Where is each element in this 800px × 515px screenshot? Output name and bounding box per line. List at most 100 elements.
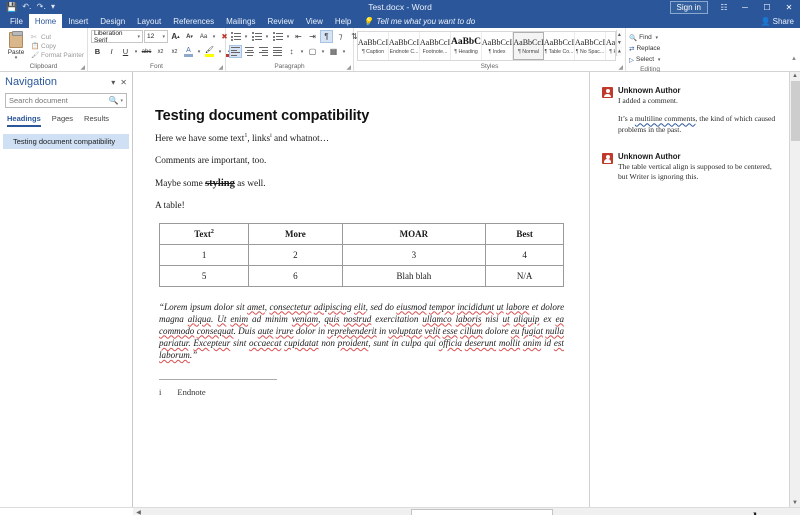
strikethrough-button[interactable]: abc	[140, 45, 153, 58]
ltr-text-direction-icon[interactable]: ¶	[320, 30, 333, 43]
document-page[interactable]: Testing document compatibility Here we h…	[133, 72, 589, 507]
nav-tab-headings[interactable]: Headings	[7, 114, 41, 127]
format-painter-button[interactable]: 🖌 Format Painter	[31, 51, 84, 60]
tab-insert[interactable]: Insert	[62, 14, 94, 28]
scrollbar-thumb[interactable]	[790, 81, 800, 141]
chevron-down-icon[interactable]: ▾	[217, 49, 223, 55]
scroll-down-icon[interactable]: ▼	[792, 500, 798, 506]
justify-icon[interactable]	[271, 45, 284, 58]
tab-help[interactable]: Help	[329, 14, 357, 28]
nav-heading-item[interactable]: Testing document compatibility	[3, 134, 129, 149]
borders-icon[interactable]: ▦	[327, 45, 340, 58]
shading-icon[interactable]: ▢	[306, 45, 319, 58]
ribbon-display-options-icon[interactable]: ☷	[714, 3, 734, 12]
style-item-3[interactable]: AaBbC ¶ Heading	[451, 32, 482, 60]
close-button[interactable]: ✕	[778, 0, 800, 14]
style-item-1[interactable]: AaBbCcI Endnote C...	[389, 32, 420, 60]
nav-tab-pages[interactable]: Pages	[52, 114, 73, 127]
collapse-ribbon-icon[interactable]: ▲	[791, 56, 797, 62]
select-button[interactable]: ▷ Select ▾	[629, 54, 662, 65]
chevron-up-icon[interactable]: ▲	[617, 31, 622, 39]
align-right-icon[interactable]	[257, 45, 270, 58]
align-left-icon[interactable]	[229, 45, 242, 58]
tab-references[interactable]: References	[167, 14, 220, 28]
chevron-down-icon[interactable]: ▾	[654, 35, 660, 41]
save-icon[interactable]: 💾	[6, 2, 17, 12]
rtl-text-direction-icon[interactable]: ⁊	[334, 30, 347, 43]
chevron-down-icon[interactable]: ▼	[617, 39, 622, 47]
comment-item[interactable]: Unknown Author I added a comment. It’s a…	[602, 86, 779, 135]
chevron-down-icon[interactable]: ▾	[15, 56, 18, 61]
grow-font-button[interactable]: A ▴	[169, 30, 182, 43]
style-item-7[interactable]: AaBbCcI ¶ No Spac...	[575, 32, 606, 60]
search-icon[interactable]: 🔍	[109, 96, 119, 105]
change-case-button[interactable]: Aa	[197, 30, 210, 43]
style-item-0[interactable]: AaBbCcI ¶ Caption	[358, 32, 389, 60]
vertical-scrollbar[interactable]: ▲ ▼	[789, 72, 800, 507]
hscrollbar-thumb[interactable]	[411, 509, 553, 515]
highlight-button[interactable]: 🖌	[203, 46, 216, 57]
comment-link[interactable]: multiline comments	[635, 114, 696, 123]
font-name-combobox[interactable]: Liberation Serif ▾	[91, 30, 143, 44]
tab-mailings[interactable]: Mailings	[220, 14, 261, 28]
horizontal-scrollbar[interactable]: ◀	[133, 508, 800, 515]
styles-gallery[interactable]: AaBbCcI ¶ Caption AaBbCcI Endnote C... AaBbC…	[357, 31, 616, 61]
chevron-down-icon[interactable]: ▾	[196, 49, 202, 55]
chevron-down-icon[interactable]: ▾	[341, 49, 347, 55]
comment-item[interactable]: Unknown Author The table vertical align …	[602, 152, 779, 183]
chevron-down-icon[interactable]: ▾	[243, 34, 249, 40]
styles-more-icon[interactable]: ▴̲	[618, 47, 621, 55]
line-spacing-icon[interactable]: ↕	[285, 45, 298, 58]
footnote-ref-2[interactable]: 2	[211, 229, 214, 235]
font-dialog-launcher-icon[interactable]: ◢	[218, 64, 223, 71]
sign-in-button[interactable]: Sign in	[669, 0, 708, 14]
search-document-box[interactable]: 🔍 ▾	[5, 93, 127, 108]
customize-quick-access-icon[interactable]: ▾	[51, 3, 55, 11]
nav-tab-results[interactable]: Results	[84, 114, 109, 127]
redo-icon[interactable]: ↷․	[37, 3, 46, 11]
align-center-icon[interactable]	[243, 45, 256, 58]
cut-button[interactable]: ✄ Cut	[31, 33, 84, 42]
multilevel-list-icon[interactable]	[271, 30, 284, 43]
style-item-2[interactable]: AaBbCcI Footnote...	[420, 32, 451, 60]
paragraph-dialog-launcher-icon[interactable]: ◢	[346, 64, 351, 71]
chevron-down-icon[interactable]: ▾	[120, 98, 123, 104]
chevron-down-icon[interactable]: ▾	[299, 49, 305, 55]
paste-button[interactable]: Paste ▾	[3, 31, 29, 61]
style-item-8[interactable]: AaBbCcI¶ Heading	[606, 32, 615, 60]
chevron-down-icon[interactable]: ▾	[656, 57, 662, 63]
decrease-indent-icon[interactable]: ⇤	[292, 30, 305, 43]
style-item-6[interactable]: AaBbCcI ¶ Table Co...	[544, 32, 575, 60]
replace-button[interactable]: ⇄ Replace	[629, 43, 660, 54]
tab-design[interactable]: Design	[94, 14, 131, 28]
find-button[interactable]: 🔍 Find ▾	[629, 32, 660, 43]
clipboard-dialog-launcher-icon[interactable]: ◢	[80, 64, 85, 71]
close-icon[interactable]: ✕	[120, 78, 127, 87]
underline-button[interactable]: U	[119, 45, 132, 58]
style-item-5[interactable]: AaBbCcI ¶ Normal	[513, 32, 544, 60]
scroll-up-icon[interactable]: ▲	[792, 73, 798, 79]
tab-file[interactable]: File	[4, 14, 29, 28]
increase-indent-icon[interactable]: ⇥	[306, 30, 319, 43]
search-input[interactable]	[9, 96, 109, 105]
share-button[interactable]: 👤 Share	[760, 14, 800, 28]
chevron-down-icon[interactable]: ▾	[285, 34, 291, 40]
tab-view[interactable]: View	[300, 14, 329, 28]
undo-icon[interactable]: ↶․	[22, 3, 31, 11]
italic-button[interactable]: I	[105, 45, 118, 58]
tab-home[interactable]: Home	[28, 14, 63, 28]
font-size-combobox[interactable]: 12 ▾	[144, 30, 168, 43]
styles-gallery-scroll[interactable]: ▲ ▼ ▴̲	[615, 30, 622, 56]
superscript-button[interactable]: x2	[168, 45, 181, 58]
minimize-button[interactable]: ─	[734, 0, 756, 14]
numbering-icon[interactable]	[250, 30, 263, 43]
tell-me-search[interactable]: 💡 Tell me what you want to do	[357, 14, 481, 28]
maximize-button[interactable]: ☐	[756, 0, 778, 14]
bold-button[interactable]: B	[91, 45, 104, 58]
scroll-left-icon[interactable]: ◀	[133, 509, 144, 515]
subscript-button[interactable]: x2	[154, 45, 167, 58]
shrink-font-button[interactable]: A ▾	[183, 30, 196, 43]
tab-layout[interactable]: Layout	[131, 14, 167, 28]
copy-button[interactable]: 📋 Copy	[31, 42, 84, 51]
chevron-down-icon[interactable]: ▾	[211, 34, 217, 40]
